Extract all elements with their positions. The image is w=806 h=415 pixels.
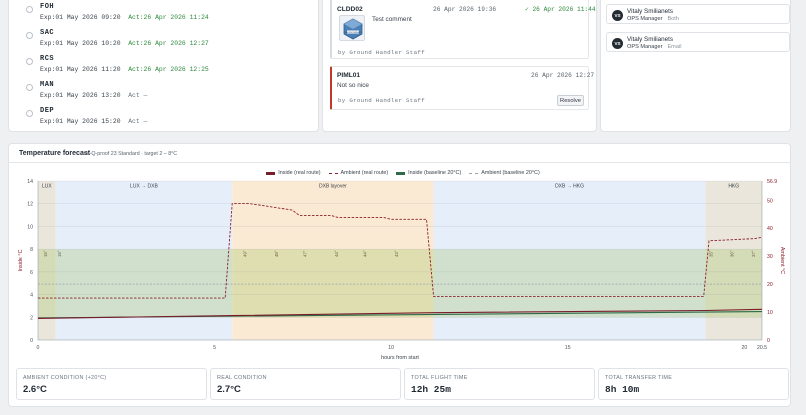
milestone-actual: Act — [128,92,148,99]
legend-swatch [328,172,338,174]
resolve-button[interactable]: Resolve [557,95,584,106]
milestone-status-icon [26,32,33,39]
stat-label: AMBIENT CONDITION (+20°C) [23,375,107,381]
comment-resolved-stamp: ✓ 26 Apr 2026 11:44 [525,6,596,13]
avatar: VS [612,10,623,21]
legend-swatch [469,172,479,174]
stat-label: TOTAL FLIGHT TIME [411,375,468,381]
milestone-expected: Exp:01 May 2026 13:20 [40,92,121,99]
comment-text: Test comment [372,16,412,23]
stat-label: REAL CONDITION [217,375,267,381]
milestone-status-icon [26,110,33,117]
legend-item[interactable]: Ambient (real route) [328,170,389,176]
milestone-expected: Exp:01 May 2026 15:20 [40,118,121,125]
comment-title: CLDD02 [337,6,363,13]
milestone-code: FOH [40,3,55,11]
container-image-icon: ENVIROTAINER [343,18,363,40]
milestone-status-icon [26,84,33,91]
recipient-item: VS Vitaly Smilianets OPS Manager Both [606,4,790,24]
divider [8,162,791,163]
comment-date: 26 Apr 2026 19:36 [433,6,497,13]
legend-label: Inside (real route) [278,170,321,176]
milestone-actual: Act — [128,118,148,125]
milestone-status-icon [26,6,33,13]
comment-author: by Ground Handler Staff [338,49,425,56]
comment-cldd02: CLDD02 26 Apr 2026 19:36 ✓ 26 Apr 2026 1… [330,0,596,59]
legend-item[interactable]: Inside (real route) [266,170,321,176]
stat-value: 12h 25m [411,384,451,395]
milestone-expected: Exp:01 May 2026 11:20 [40,66,121,73]
milestone-expected: Exp:01 May 2026 10:20 [40,40,121,47]
legend-label: Inside (baseline 20°C) [408,170,462,176]
stat-value: 2.6°C [23,384,47,395]
milestone-actual: Act:26 Apr 2026 12:25 [128,66,209,73]
comment-photo-thumbnail[interactable]: ENVIROTAINER [339,15,365,41]
recipient-channel: Both [667,16,679,22]
comment-date: 26 Apr 2026 12:27 [531,72,595,79]
comment-title: PIML01 [337,72,361,79]
milestone-code: DEP [40,107,55,115]
stat-total-transfer-time: TOTAL TRANSFER TIME 8h 10m [598,368,789,400]
milestone-code: MAN [40,81,55,89]
stat-real-condition: REAL CONDITION 2.7°C [210,368,401,400]
legend-label: Ambient (real route) [340,170,389,176]
stat-ambient-condition: AMBIENT CONDITION (+20°C) 2.6°C [16,368,207,400]
stat-label: TOTAL TRANSFER TIME [605,375,673,381]
milestone-status-icon [26,58,33,65]
chart-legend: Inside (real route) Ambient (real route)… [0,170,806,176]
milestone-code: SAC [40,29,55,37]
legend-label: Ambient (baseline 20°C) [481,170,540,176]
comment-author: by Ground Handler Staff [338,97,425,104]
comment-piml01: PIML01 26 Apr 2026 12:27 Not so nice by … [330,66,594,110]
milestone-expected: Exp:01 May 2026 09:20 [40,14,121,21]
legend-item[interactable]: Inside (baseline 20°C) [396,170,461,176]
recipient-name: Vitaly Smilianets [627,36,674,43]
legend-swatch [266,171,276,175]
stat-value: 8h 10m [605,384,640,395]
thumbnail-brand-text: ENVIROTAINER [345,31,361,34]
forecast-subtitle: va-Q-proof 23 Standard · target 2 – 8°C [84,151,178,157]
recipient-role: OPS Manager [627,16,663,22]
milestone-code: RCS [40,55,55,63]
milestone-actual: Act:26 Apr 2026 12:27 [128,40,209,47]
recipient-role: OPS Manager [627,44,663,50]
stat-total-flight-time: TOTAL FLIGHT TIME 12h 25m [404,368,595,400]
recipient-channel: Email [667,44,682,50]
comment-text: Not so nice [337,82,369,89]
forecast-title: Temperature forecast [19,150,91,157]
recipient-name: Vitaly Smilianets [627,8,674,15]
legend-item[interactable]: Ambient (baseline 20°C) [469,170,540,176]
milestone-actual: Act:26 Apr 2026 11:24 [128,14,209,21]
stat-value: 2.7°C [217,384,241,395]
legend-swatch [396,171,406,175]
recipient-item: VS Vitaly Smilianets OPS Manager Email [606,32,790,52]
avatar: VS [612,38,623,49]
